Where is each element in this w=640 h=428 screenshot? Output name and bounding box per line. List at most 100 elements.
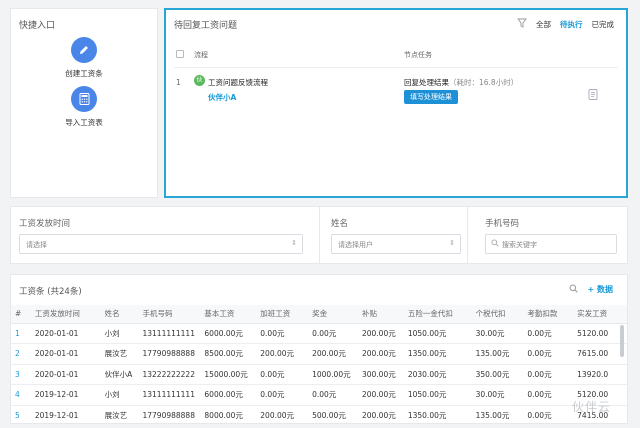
- table-row[interactable]: 4 2019-12-01 小刘 13111111111 6000.00元 0.00元 0.0…: [11, 384, 627, 406]
- table-cell: 13111111111: [138, 384, 201, 406]
- table-cell: 8000.00元: [200, 405, 257, 423]
- table-cell: 0.00元: [523, 343, 574, 365]
- table-cell: 0.00元: [256, 364, 309, 385]
- table-cell: 0.00元: [523, 405, 574, 423]
- table-cell: 0.00元: [308, 384, 358, 406]
- table-cell: 展汝艺: [100, 405, 139, 423]
- table-cell: 2020-01-01: [30, 364, 101, 385]
- quick-entry-title: 快捷入口: [19, 21, 56, 31]
- table-cell: 2: [11, 343, 31, 365]
- table-cell: 6000.00元: [200, 384, 257, 406]
- sort-caret-icon: ⇕: [449, 239, 455, 247]
- add-data-label: 数据: [597, 285, 613, 294]
- table-row[interactable]: 5 2019-12-01 展汝艺 17790988888 8000.00元 200.00元…: [11, 405, 627, 423]
- table-cell: 2020-01-01: [30, 343, 101, 365]
- date-filter-label: 工资发放时间: [19, 219, 71, 229]
- avatar: 伙: [194, 75, 205, 86]
- document-icon[interactable]: [588, 89, 598, 102]
- search-icon: [491, 239, 499, 249]
- sort-caret-icon: ⇕: [291, 239, 297, 247]
- task-name: 回复处理结果（耗时：16.8小时）: [404, 77, 518, 88]
- table-cell: 135.00元: [471, 343, 524, 365]
- filter-icon[interactable]: [517, 18, 527, 30]
- table-body: 1 2020-01-01 小刘 13111111111 6000.00元 0.00元 0.0…: [11, 323, 627, 423]
- table-cell: 伙伴小A: [100, 364, 139, 385]
- column-header: 五险一金代扣: [403, 305, 472, 324]
- column-header: 加班工资: [256, 305, 309, 324]
- table-cell: 2020-01-01: [30, 323, 101, 344]
- payslip-filter-bar: 工资发放时间 请选择 ⇕ 姓名 请选择用户 ⇕ 手机号码 搜索关键字: [10, 206, 628, 265]
- table-actions: + 数据: [569, 284, 614, 295]
- pending-title: 待回复工资问题: [174, 21, 238, 31]
- add-data-button[interactable]: + 数据: [588, 284, 614, 295]
- filter-all[interactable]: 全部: [536, 19, 551, 30]
- table-cell: 200.00元: [357, 405, 404, 423]
- table-cell: 500.00元: [308, 405, 358, 423]
- column-header: 基本工资: [200, 305, 257, 324]
- date-select[interactable]: 请选择 ⇕: [19, 234, 303, 254]
- search-icon[interactable]: [569, 284, 578, 295]
- table-cell: 0.00元: [523, 364, 574, 385]
- table-cell: 展汝艺: [100, 343, 139, 365]
- table-cell: 1050.00元: [403, 323, 472, 344]
- task-label: 回复处理结果: [404, 78, 449, 87]
- table-cell: 135.00元: [471, 405, 524, 423]
- table-cell: 1: [11, 323, 31, 344]
- filter-pending[interactable]: 待执行: [560, 19, 583, 30]
- table-cell: 200.00元: [357, 384, 404, 406]
- fill-result-button[interactable]: 填写处理结果: [404, 90, 458, 104]
- column-flow: 流程: [194, 51, 208, 59]
- table-cell: 1350.00元: [403, 343, 472, 365]
- divider: [319, 207, 320, 265]
- status-filter-bar: 全部 待执行 已完成: [517, 18, 614, 30]
- table-cell: 3: [11, 364, 31, 385]
- column-task: 节点任务: [404, 51, 432, 59]
- column-header: 实发工资: [573, 305, 627, 324]
- pencil-icon: [71, 37, 97, 63]
- table-scrollbar[interactable]: [620, 325, 624, 357]
- import-payroll-label: 导入工资表: [65, 118, 103, 127]
- table-cell: 0.00元: [308, 323, 358, 344]
- phone-search-input[interactable]: 搜索关键字: [485, 234, 617, 254]
- select-all-checkbox[interactable]: [176, 50, 184, 58]
- phone-search-placeholder: 搜索关键字: [502, 241, 537, 249]
- table-cell: 2030.00元: [403, 364, 472, 385]
- watermark: 伙伴云: [571, 400, 611, 414]
- table-cell: 200.00元: [256, 343, 309, 365]
- row-number: 1: [176, 78, 181, 87]
- payslip-table-panel: 工资条 (共24条) + 数据 # 工资发放时间 姓名 手机号码 基本工资 加班…: [10, 274, 628, 424]
- table-cell: 13111111111: [138, 323, 201, 344]
- table-row[interactable]: 2 2020-01-01 展汝艺 17790988888 8500.00元 200.00元…: [11, 343, 627, 365]
- divider: [467, 207, 468, 265]
- table-row[interactable]: 3 2020-01-01 伙伴小A 13222222222 15000.00元 0.00元…: [11, 364, 627, 385]
- flow-name[interactable]: 工资问题反馈流程: [208, 77, 268, 88]
- table-cell: 2019-12-01: [30, 405, 101, 423]
- create-payslip-button[interactable]: 创建工资条: [11, 37, 157, 79]
- create-payslip-label: 创建工资条: [65, 69, 103, 78]
- quick-entry-panel: 快捷入口 创建工资条 导入工资表: [10, 8, 158, 198]
- pending-row[interactable]: 1 伙 工资问题反馈流程 伙伴小A 回复处理结果（耗时：16.8小时） 填写处理…: [174, 70, 618, 110]
- table-cell: 4: [11, 384, 31, 406]
- table-row[interactable]: 1 2020-01-01 小刘 13111111111 6000.00元 0.00元 0.0…: [11, 323, 627, 344]
- phone-filter-label: 手机号码: [485, 219, 520, 229]
- table-cell: 0.00元: [523, 384, 574, 406]
- import-payroll-button[interactable]: 导入工资表: [11, 86, 157, 128]
- table-cell: 0.00元: [256, 384, 309, 406]
- table-cell: 6000.00元: [200, 323, 257, 344]
- table-cell: 350.00元: [471, 364, 524, 385]
- column-header: 奖金: [308, 305, 358, 324]
- table-cell: 7615.00: [573, 343, 627, 365]
- table-cell: 17790988888: [138, 343, 201, 365]
- column-header: #: [11, 305, 31, 324]
- table-cell: 30.00元: [471, 384, 524, 406]
- table-header-row: # 工资发放时间 姓名 手机号码 基本工资 加班工资 奖金 补贴 五险一金代扣 …: [11, 305, 627, 324]
- column-header: 姓名: [100, 305, 139, 324]
- table-cell: 5: [11, 405, 31, 423]
- column-header: 个税代扣: [471, 305, 524, 324]
- pending-table-header: 流程 节点任务: [174, 42, 618, 68]
- table-cell: 200.00元: [256, 405, 309, 423]
- table-cell: 13920.0: [573, 364, 627, 385]
- user-select-placeholder: 请选择用户: [338, 241, 373, 249]
- filter-done[interactable]: 已完成: [592, 19, 615, 30]
- user-select[interactable]: 请选择用户 ⇕: [331, 234, 461, 254]
